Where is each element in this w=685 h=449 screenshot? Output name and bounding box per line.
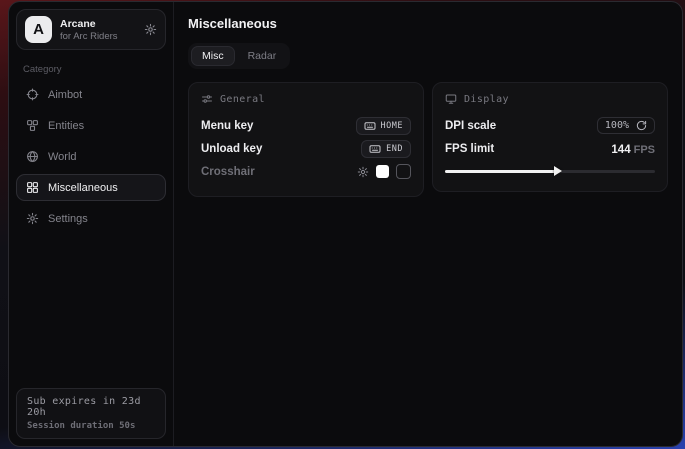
fps-limit-slider[interactable] [445, 164, 655, 178]
gear-icon [26, 212, 39, 225]
keyboard-icon [364, 120, 376, 132]
unload-key-label: Unload key [201, 143, 262, 155]
unload-key-bind-button[interactable]: END [361, 140, 411, 158]
cards-row: General Menu key HOME [188, 82, 668, 197]
refresh-icon[interactable] [636, 120, 647, 131]
brand-card: A Arcane for Arc Riders [16, 9, 166, 50]
unload-key-value: END [386, 144, 403, 154]
sidebar-item-label: World [48, 151, 77, 163]
sidebar-item-world[interactable]: World [16, 143, 166, 170]
sidebar-item-aimbot[interactable]: Aimbot [16, 81, 166, 108]
sidebar-item-settings[interactable]: Settings [16, 205, 166, 232]
display-card: Display DPI scale 100% [432, 82, 668, 192]
menu-key-value: HOME [381, 121, 403, 131]
tab-misc[interactable]: Misc [191, 46, 235, 66]
tab-bar: Misc Radar [188, 43, 290, 69]
general-card-header: General [201, 93, 411, 105]
boxes-icon [26, 119, 39, 132]
grid-icon [26, 181, 39, 194]
fps-limit-row: FPS limit 144 FPS [445, 137, 655, 160]
crosshair-icon [26, 88, 39, 101]
menu-key-bind-button[interactable]: HOME [356, 117, 411, 135]
crosshair-checkbox[interactable] [396, 164, 411, 179]
page-title: Miscellaneous [188, 16, 668, 31]
sidebar-item-label: Aimbot [48, 89, 82, 101]
globe-icon [26, 150, 39, 163]
menu-key-label: Menu key [201, 120, 253, 132]
sidebar: A Arcane for Arc Riders Category [9, 2, 174, 446]
display-card-title: Display [464, 94, 509, 105]
dpi-scale-value: 100% [605, 120, 629, 131]
session-duration-text: Session duration 50s [27, 421, 155, 431]
sliders-icon [201, 93, 213, 105]
sub-expires-text: Sub expires in 23d 20h [27, 396, 155, 418]
gear-icon[interactable] [144, 23, 157, 36]
sidebar-item-miscellaneous[interactable]: Miscellaneous [16, 174, 166, 201]
tab-radar[interactable]: Radar [237, 46, 288, 66]
unload-key-row: Unload key END [201, 137, 411, 160]
sidebar-nav: Aimbot Entities [9, 81, 173, 232]
slider-fill [445, 170, 556, 173]
menu-key-row: Menu key HOME [201, 114, 411, 137]
sidebar-item-label: Miscellaneous [48, 182, 118, 194]
keyboard-icon [369, 143, 381, 155]
fps-limit-value: 144 [611, 144, 630, 156]
brand-text: Arcane for Arc Riders [60, 18, 136, 42]
brand-title: Arcane [60, 18, 136, 30]
brand-subtitle: for Arc Riders [60, 31, 136, 42]
display-card-header: Display [445, 93, 655, 105]
monitor-icon [445, 93, 457, 105]
app-logo: A [25, 16, 52, 43]
desktop-background: A Arcane for Arc Riders Category [0, 0, 685, 449]
sidebar-item-label: Settings [48, 213, 88, 225]
app-window: A Arcane for Arc Riders Category [8, 1, 683, 447]
general-card-title: General [220, 94, 265, 105]
crosshair-color-swatch[interactable] [376, 165, 389, 178]
dpi-scale-label: DPI scale [445, 120, 496, 132]
slider-thumb[interactable] [554, 166, 562, 176]
subscription-card: Sub expires in 23d 20h Session duration … [16, 388, 166, 439]
dpi-scale-row: DPI scale 100% [445, 114, 655, 137]
crosshair-label: Crosshair [201, 166, 255, 178]
fps-limit-label: FPS limit [445, 143, 494, 155]
dpi-scale-control[interactable]: 100% [597, 117, 655, 134]
main-content: Miscellaneous Misc Radar Gene [174, 2, 682, 446]
sidebar-item-label: Entities [48, 120, 84, 132]
fps-limit-readout: 144 FPS [611, 140, 655, 158]
sidebar-item-entities[interactable]: Entities [16, 112, 166, 139]
crosshair-controls [357, 164, 411, 179]
crosshair-row: Crosshair [201, 160, 411, 183]
fps-limit-unit: FPS [634, 144, 655, 156]
general-card: General Menu key HOME [188, 82, 424, 197]
gear-icon[interactable] [357, 166, 369, 178]
sidebar-spacer [9, 232, 173, 381]
category-label: Category [23, 64, 159, 75]
